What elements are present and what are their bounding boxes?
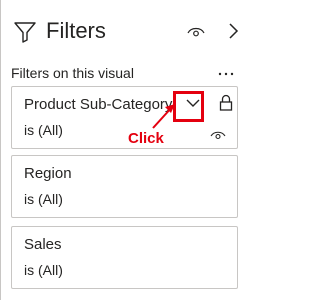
eye-icon[interactable] [210, 127, 226, 140]
lock-icon[interactable] [219, 94, 233, 111]
filter-card-sales[interactable]: Sales is (All) [11, 226, 238, 289]
eye-icon[interactable] [187, 25, 205, 37]
filter-card-title: Product Sub-Category [24, 96, 173, 113]
filter-funnel-icon [13, 20, 37, 44]
filter-card-value: is (All) [24, 191, 63, 207]
section-label: Filters on this visual [11, 65, 134, 81]
chevron-right-icon[interactable] [227, 22, 239, 40]
filters-pane: Filters Filters on this visual Product S… [0, 0, 251, 300]
pane-title: Filters [46, 18, 106, 43]
filter-card-region[interactable]: Region is (All) [11, 155, 238, 218]
filter-card-title: Sales [24, 236, 62, 253]
more-options-icon[interactable] [216, 66, 236, 76]
filter-card-title: Region [24, 165, 72, 182]
annotation-highlight-box [173, 91, 204, 122]
annotation-click-label: Click [128, 130, 164, 147]
filter-card-value: is (All) [24, 122, 63, 138]
filters-pane-header: Filters [1, 0, 252, 60]
filter-card-value: is (All) [24, 262, 63, 278]
